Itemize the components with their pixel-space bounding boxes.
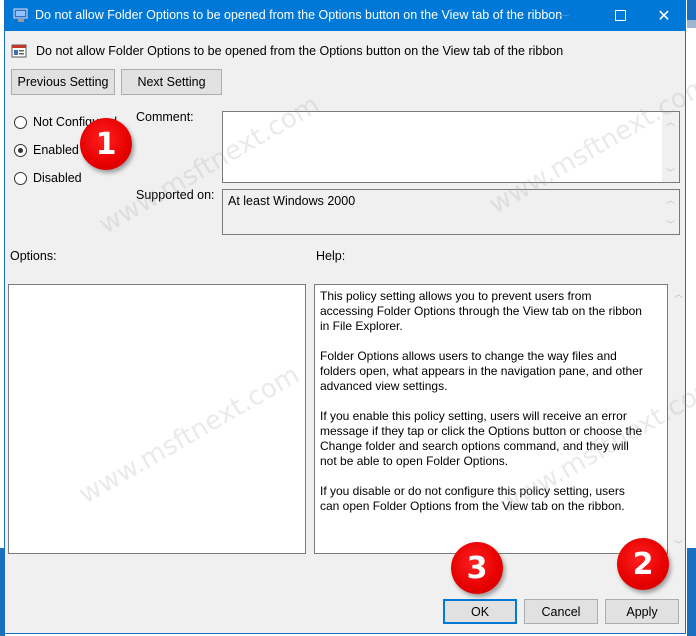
comment-textarea[interactable]: ︿ ﹀ — [222, 111, 680, 183]
scroll-up-icon[interactable]: ︿ — [666, 115, 675, 128]
radio-disabled[interactable]: Disabled — [14, 171, 82, 185]
background-app-titlebar — [687, 0, 696, 20]
help-paragraph: If you enable this policy setting, users… — [320, 409, 643, 468]
background-app-bar — [687, 20, 696, 28]
close-button[interactable]: ✕ — [641, 0, 687, 31]
ok-button[interactable]: OK — [443, 599, 517, 624]
supported-on-field: At least Windows 2000 ︿ ﹀ — [222, 189, 680, 235]
group-policy-app-icon — [13, 8, 28, 22]
radio-circle — [14, 115, 27, 129]
scroll-down-icon[interactable]: ﹀ — [666, 218, 675, 231]
supported-on-label: Supported on: — [136, 188, 215, 202]
maximize-button[interactable] — [597, 0, 643, 31]
close-icon: ✕ — [657, 7, 671, 25]
comment-scrollbar[interactable]: ︿ ﹀ — [662, 112, 679, 182]
background-app-right — [687, 0, 696, 636]
cancel-button[interactable]: Cancel — [524, 599, 598, 624]
supported-scrollbar[interactable]: ︿ ﹀ — [662, 190, 679, 234]
title-bar: Do not allow Folder Options to be opened… — [5, 0, 685, 31]
radio-label: Enabled — [33, 143, 79, 157]
apply-button[interactable]: Apply — [605, 599, 679, 624]
help-scrollbar[interactable]: ︿ ﹀ — [670, 284, 687, 554]
annotation-badge-1: 1 — [80, 118, 132, 170]
minimize-button[interactable] — [541, 0, 587, 31]
help-label: Help: — [316, 249, 346, 263]
policy-dialog: Do not allow Folder Options to be opened… — [4, 0, 696, 634]
background-app-bar — [687, 548, 696, 636]
maximize-icon — [614, 10, 626, 21]
minimize-icon — [559, 15, 569, 16]
policy-header: Do not allow Folder Options to be opened… — [11, 42, 563, 60]
policy-setting-icon — [11, 44, 27, 58]
previous-setting-button[interactable]: Previous Setting — [11, 69, 115, 95]
help-text: This policy setting allows you to preven… — [320, 289, 645, 529]
next-setting-button[interactable]: Next Setting — [121, 69, 222, 95]
help-paragraph: This policy setting allows you to preven… — [320, 289, 642, 333]
radio-enabled[interactable]: Enabled — [14, 143, 79, 157]
radio-label: Disabled — [33, 171, 82, 185]
options-label: Options: — [10, 249, 57, 263]
comment-label: Comment: — [136, 110, 194, 124]
scroll-down-icon[interactable]: ﹀ — [666, 166, 675, 179]
help-panel: This policy setting allows you to preven… — [314, 284, 668, 554]
window-title: Do not allow Folder Options to be opened… — [35, 8, 563, 22]
help-paragraph: Folder Options allows users to change th… — [320, 349, 643, 393]
radio-circle-selected — [14, 143, 27, 157]
scroll-up-icon[interactable]: ︿ — [666, 193, 675, 206]
help-paragraph: If you disable or do not configure this … — [320, 484, 625, 513]
options-panel — [8, 284, 306, 554]
scroll-up-icon[interactable]: ︿ — [674, 287, 683, 300]
annotation-badge-3: 3 — [451, 542, 503, 594]
annotation-badge-2: 2 — [617, 538, 669, 590]
supported-on-value: At least Windows 2000 — [228, 194, 356, 208]
policy-title: Do not allow Folder Options to be opened… — [36, 44, 564, 58]
radio-circle — [14, 171, 27, 185]
scroll-down-icon[interactable]: ﹀ — [674, 538, 683, 551]
